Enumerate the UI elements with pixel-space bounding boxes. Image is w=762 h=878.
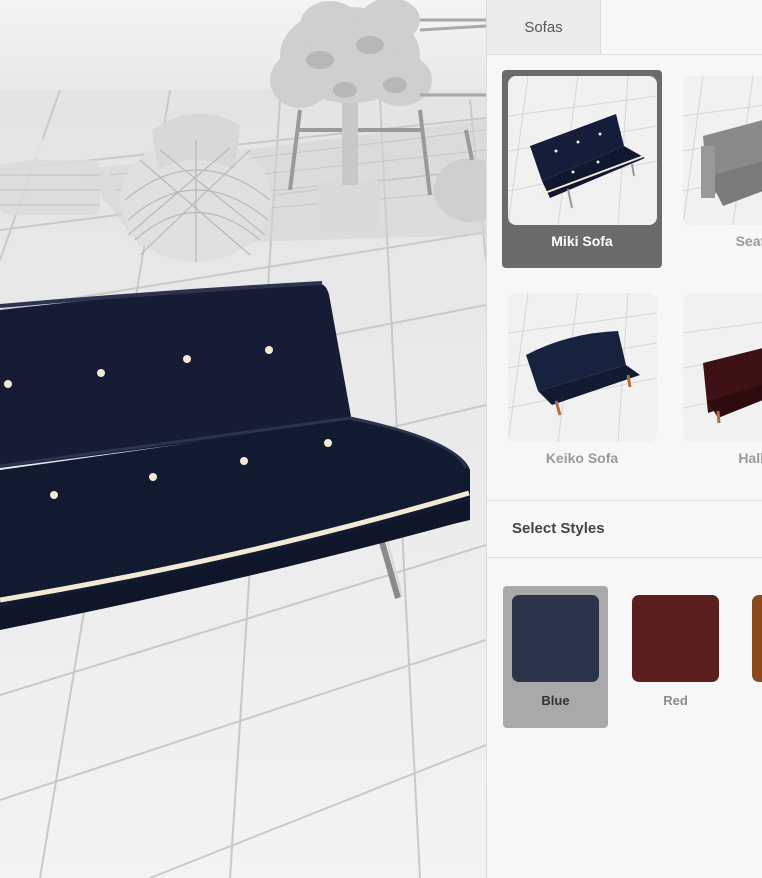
section-divider [487,557,762,558]
select-styles-heading: Select Styles [512,520,605,537]
product-card-seater[interactable]: Seater [677,70,762,268]
app-window: Sofas Miki Sofa Sea Keiko Sofa Hal Selec… [0,0,762,878]
product-label: Seater [735,233,762,249]
product-thumbnail [508,76,657,225]
section-divider [487,500,762,501]
product-label: Keiko Sofa [545,450,619,466]
product-card-hallie[interactable]: Hallie [677,287,762,485]
product-thumbnail [683,76,762,225]
room-scene [0,0,486,878]
category-tabs: Sofas [487,0,762,55]
style-label: Blue [541,693,570,708]
style-label: Red [663,693,688,708]
style-option-red[interactable]: Red [623,586,728,728]
product-card-miki-sofa[interactable]: Miki Sofa [502,70,662,268]
product-label: Hallie [738,450,762,466]
product-label: Miki Sofa [551,233,613,249]
catalog-panel: Sofas Miki Sofa Sea Keiko Sofa Hal Selec… [486,0,762,878]
style-swatch [512,595,599,682]
3d-viewport[interactable] [0,0,486,878]
style-option-brown[interactable] [743,586,762,728]
product-card-keiko-sofa[interactable]: Keiko Sofa [502,287,662,485]
product-thumbnail [683,293,762,442]
style-swatch [632,595,719,682]
style-option-blue[interactable]: Blue [503,586,608,728]
tab-sofas[interactable]: Sofas [487,0,601,54]
style-swatch [752,595,762,682]
product-thumbnail [508,293,657,442]
